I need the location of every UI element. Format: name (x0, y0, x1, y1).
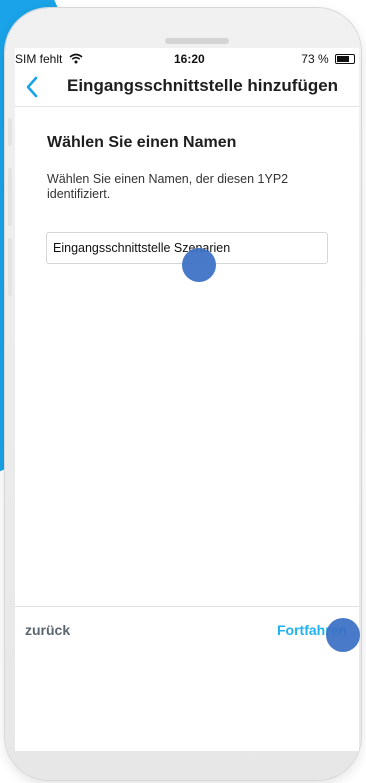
volume-up-button (8, 168, 12, 226)
wifi-icon (69, 53, 83, 64)
back-button[interactable]: zurück (25, 622, 70, 638)
mute-switch (8, 118, 12, 146)
status-carrier: SIM fehlt (15, 52, 83, 66)
footer-divider (15, 606, 359, 607)
app-screen: SIM fehlt 16:20 73 % Eingangsschnittstel… (15, 48, 359, 751)
battery-percent: 73 % (301, 52, 329, 66)
section-description: Wählen Sie einen Namen, der diesen 1YP2 … (47, 172, 289, 201)
carrier-text: SIM fehlt (15, 52, 63, 66)
status-battery: 73 % (301, 52, 355, 66)
chevron-left-icon[interactable] (23, 75, 43, 99)
volume-down-button (8, 238, 12, 296)
battery-icon (335, 54, 355, 64)
touch-indicator (182, 248, 216, 282)
section-heading: Wählen Sie einen Namen (47, 134, 237, 151)
screenshot-stage: SIM fehlt 16:20 73 % Eingangsschnittstel… (0, 0, 366, 783)
navigation-bar: Eingangsschnittstelle hinzufügen (15, 70, 359, 107)
page-title: Eingangsschnittstelle hinzufügen (67, 76, 339, 95)
status-bar: SIM fehlt 16:20 73 % (15, 48, 359, 70)
phone-speaker (165, 38, 229, 44)
status-time: 16:20 (174, 52, 205, 66)
touch-indicator (326, 618, 360, 652)
